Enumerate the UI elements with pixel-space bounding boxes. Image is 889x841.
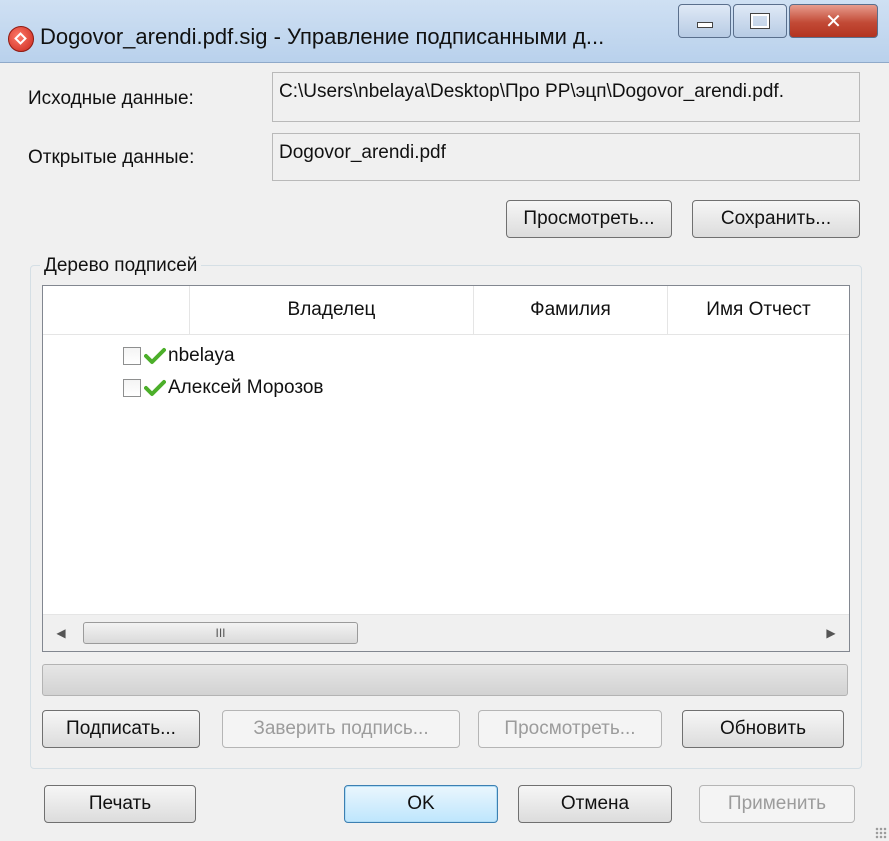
signed-data-manager-dialog: Dogovor_arendi.pdf.sig - Управление подп… xyxy=(0,0,889,841)
minimize-button[interactable] xyxy=(678,4,732,38)
apply-button[interactable]: Применить xyxy=(699,785,855,823)
signature-tree-title: Дерево подписей xyxy=(40,255,202,277)
tree-row[interactable]: Алексей Морозов xyxy=(123,373,324,403)
print-button[interactable]: Печать xyxy=(44,785,196,823)
close-button[interactable]: ✕ xyxy=(788,4,878,38)
signer-name: Алексей Морозов xyxy=(168,377,324,398)
open-data-field[interactable]: Dogovor_arendi.pdf xyxy=(272,133,860,181)
window-title: Dogovor_arendi.pdf.sig - Управление подп… xyxy=(40,24,605,49)
horizontal-scrollbar[interactable]: ◀ III ▶ xyxy=(43,614,849,651)
minimize-icon xyxy=(696,22,713,28)
refresh-button[interactable]: Обновить xyxy=(682,710,844,748)
signer-name: nbelaya xyxy=(168,345,235,366)
column-name-patronymic[interactable]: Имя Отчест xyxy=(667,286,849,334)
source-data-label: Исходные данные: xyxy=(28,88,194,109)
signature-tree[interactable]: Владелец Фамилия Имя Отчест nbelaya Алек… xyxy=(42,285,850,652)
maximize-button[interactable] xyxy=(733,4,787,38)
tree-row[interactable]: nbelaya xyxy=(123,341,235,371)
tree-column-blank[interactable] xyxy=(43,286,189,334)
column-owner[interactable]: Владелец xyxy=(189,286,473,334)
cancel-button[interactable]: Отмена xyxy=(518,785,672,823)
tree-header: Владелец Фамилия Имя Отчест xyxy=(43,286,849,335)
valid-signature-check-icon xyxy=(144,380,166,396)
save-data-button[interactable]: Сохранить... xyxy=(692,200,860,238)
view-data-button[interactable]: Просмотреть... xyxy=(506,200,672,238)
scroll-thumb[interactable]: III xyxy=(83,622,358,644)
open-data-label: Открытые данные: xyxy=(28,147,195,168)
app-icon xyxy=(8,26,34,52)
certify-signature-button[interactable]: Заверить подпись... xyxy=(222,710,460,748)
close-icon: ✕ xyxy=(825,10,842,33)
ok-button[interactable]: OK xyxy=(344,785,498,823)
column-surname[interactable]: Фамилия xyxy=(473,286,667,334)
view-signature-button[interactable]: Просмотреть... xyxy=(478,710,662,748)
resize-grip-icon[interactable] xyxy=(875,827,887,839)
row-checkbox[interactable] xyxy=(123,379,141,397)
title-bar[interactable]: Dogovor_arendi.pdf.sig - Управление подп… xyxy=(0,0,889,63)
row-checkbox[interactable] xyxy=(123,347,141,365)
scroll-thumb-grip: III xyxy=(215,626,226,640)
progress-bar xyxy=(42,664,848,696)
scroll-right-arrow-icon[interactable]: ▶ xyxy=(813,615,849,651)
sign-button[interactable]: Подписать... xyxy=(42,710,200,748)
source-data-field[interactable]: C:\Users\nbelaya\Desktop\Про РР\эцп\Dogo… xyxy=(272,72,860,122)
window-controls: ✕ xyxy=(678,4,880,48)
maximize-icon xyxy=(750,13,771,29)
scroll-left-arrow-icon[interactable]: ◀ xyxy=(43,615,79,651)
valid-signature-check-icon xyxy=(144,348,166,364)
